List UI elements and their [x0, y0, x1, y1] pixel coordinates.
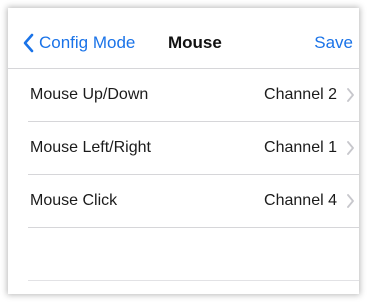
back-button-label: Config Mode [39, 33, 136, 52]
chevron-left-icon [23, 33, 34, 53]
page-title: Mouse [168, 33, 222, 52]
mouse-settings-screen: Config Mode Mouse Save Mouse Up/Down Cha… [8, 8, 359, 294]
list-item-mouse-up-down[interactable]: Mouse Up/Down Channel 2 [28, 69, 359, 122]
row-label: Mouse Left/Right [30, 139, 151, 156]
navigation-bar: Config Mode Mouse Save [8, 8, 359, 69]
empty-list-row [28, 228, 359, 281]
list-item-mouse-left-right[interactable]: Mouse Left/Right Channel 1 [28, 122, 359, 175]
save-button[interactable]: Save [314, 33, 353, 53]
row-label: Mouse Up/Down [30, 86, 149, 103]
row-value: Channel 2 [264, 86, 337, 103]
chevron-right-icon [347, 194, 354, 208]
chevron-right-icon [347, 88, 354, 102]
list-item-mouse-click[interactable]: Mouse Click Channel 4 [28, 175, 359, 228]
row-label: Mouse Click [30, 192, 118, 209]
row-value: Channel 4 [264, 192, 337, 209]
settings-list: Mouse Up/Down Channel 2 Mouse Left/Right… [8, 69, 359, 281]
chevron-right-icon [347, 141, 354, 155]
row-value: Channel 1 [264, 139, 337, 156]
back-button[interactable]: Config Mode [22, 32, 135, 54]
